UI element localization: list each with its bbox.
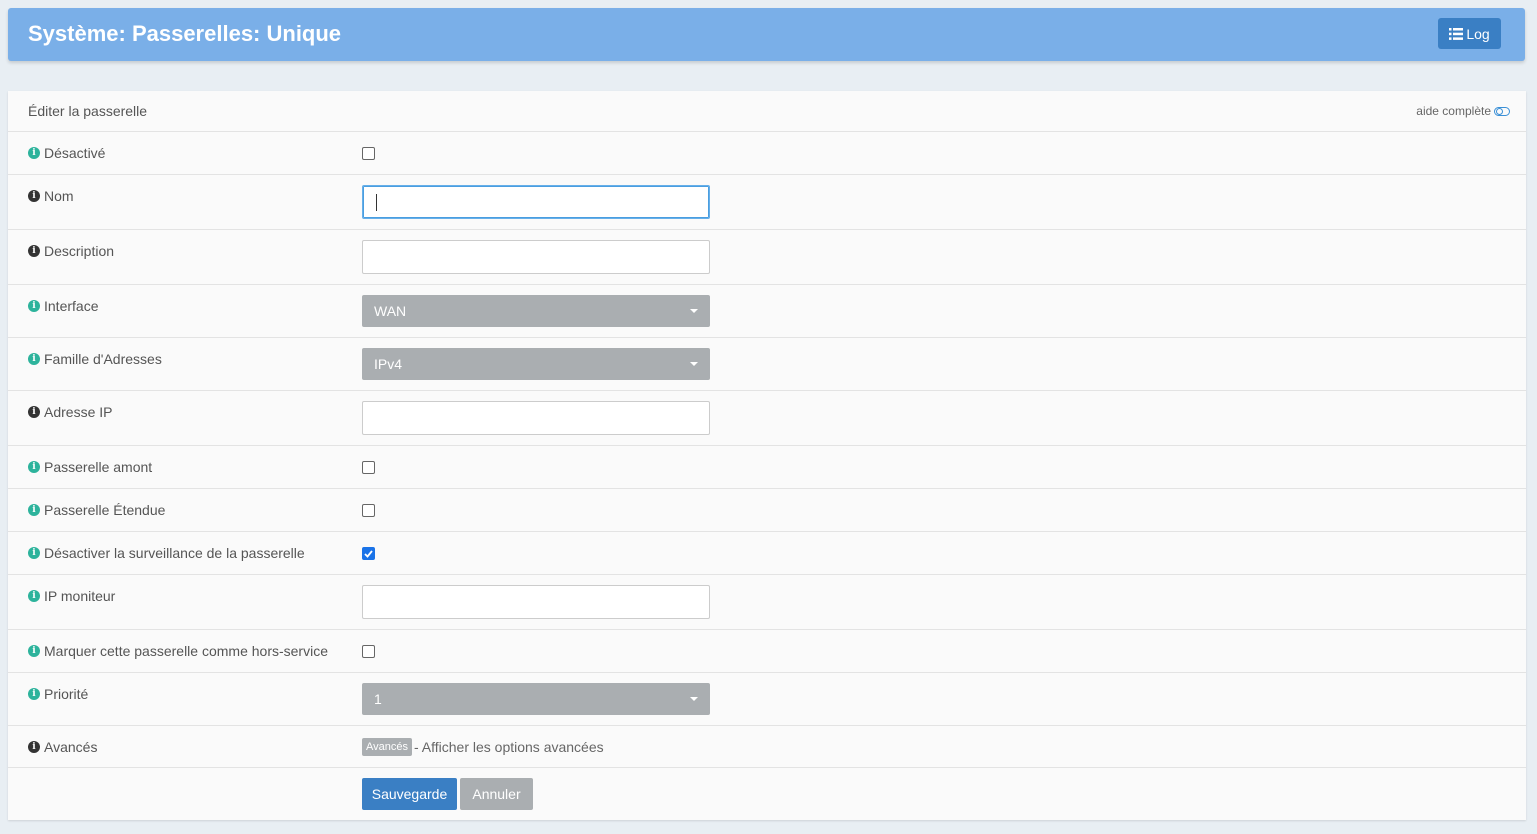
caret-down-icon bbox=[690, 309, 698, 313]
upstream-checkbox[interactable] bbox=[362, 461, 375, 474]
row-disabled: i Désactivé bbox=[8, 131, 1526, 174]
full-help-toggle[interactable]: aide complète bbox=[1416, 104, 1510, 118]
priority-select[interactable]: 1 bbox=[362, 683, 710, 715]
row-actions: Sauvegarde Annuler bbox=[8, 767, 1526, 820]
label-disable-monitoring: i Désactiver la surveillance de la passe… bbox=[28, 545, 305, 561]
row-monitor-ip: i IP moniteur bbox=[8, 574, 1526, 629]
priority-select-value: 1 bbox=[374, 691, 382, 707]
advanced-toggle-button[interactable]: Avancés bbox=[362, 738, 412, 756]
info-icon[interactable]: i bbox=[28, 353, 40, 365]
info-icon[interactable]: i bbox=[28, 590, 40, 602]
row-priority: i Priorité 1 bbox=[8, 672, 1526, 725]
label-ip-address: i Adresse IP bbox=[28, 404, 112, 420]
description-input[interactable] bbox=[362, 240, 710, 274]
row-advanced: i Avancés Avancés - Afficher les options… bbox=[8, 725, 1526, 767]
ip-address-input[interactable] bbox=[362, 401, 710, 435]
list-icon bbox=[1449, 27, 1464, 40]
info-icon[interactable]: i bbox=[28, 461, 40, 473]
label-advanced: i Avancés bbox=[28, 739, 97, 755]
caret-down-icon bbox=[690, 697, 698, 701]
label-text: Avancés bbox=[44, 739, 98, 755]
info-icon[interactable]: i bbox=[28, 688, 40, 700]
label-text: Passerelle amont bbox=[44, 459, 153, 475]
label-text: Désactivé bbox=[44, 145, 106, 161]
info-icon[interactable]: i bbox=[28, 300, 40, 312]
monitor-ip-input[interactable] bbox=[362, 585, 710, 619]
row-upstream: i Passerelle amont bbox=[8, 445, 1526, 488]
label-priority: i Priorité bbox=[28, 686, 88, 702]
info-icon[interactable]: i bbox=[28, 147, 40, 159]
full-help-label: aide complète bbox=[1416, 104, 1491, 118]
force-down-checkbox[interactable] bbox=[362, 645, 375, 658]
label-text: IP moniteur bbox=[44, 588, 116, 604]
label-address-family: i Famille d'Adresses bbox=[28, 351, 162, 367]
info-icon[interactable]: i bbox=[28, 741, 40, 753]
disable-monitoring-checkbox[interactable] bbox=[362, 547, 375, 560]
row-name: i Nom bbox=[8, 174, 1526, 229]
log-button[interactable]: Log bbox=[1438, 18, 1501, 49]
gateway-edit-panel: Éditer la passerelle aide complète i Dés… bbox=[8, 91, 1526, 820]
text-caret bbox=[376, 194, 377, 211]
far-gateway-checkbox[interactable] bbox=[362, 504, 375, 517]
row-far-gateway: i Passerelle Étendue bbox=[8, 488, 1526, 531]
label-description: i Description bbox=[28, 243, 114, 259]
panel-title-row: Éditer la passerelle aide complète bbox=[8, 91, 1526, 131]
label-text: Désactiver la surveillance de la passere… bbox=[44, 545, 305, 561]
row-disable-monitoring: i Désactiver la surveillance de la passe… bbox=[8, 531, 1526, 574]
save-button[interactable]: Sauvegarde bbox=[362, 778, 457, 810]
label-text: Priorité bbox=[44, 686, 89, 702]
label-text: Famille d'Adresses bbox=[44, 351, 162, 367]
info-icon[interactable]: i bbox=[28, 245, 40, 257]
address-family-select-value: IPv4 bbox=[374, 356, 403, 372]
info-icon[interactable]: i bbox=[28, 547, 40, 559]
advanced-hint: - Afficher les options avancées bbox=[414, 739, 604, 755]
name-input[interactable] bbox=[362, 185, 710, 219]
label-text: Interface bbox=[44, 298, 99, 314]
label-upstream: i Passerelle amont bbox=[28, 459, 152, 475]
info-icon[interactable]: i bbox=[28, 504, 40, 516]
row-description: i Description bbox=[8, 229, 1526, 284]
check-icon bbox=[364, 549, 373, 558]
panel-title: Éditer la passerelle bbox=[28, 103, 148, 119]
toggle-off-icon bbox=[1494, 106, 1510, 116]
caret-down-icon bbox=[690, 362, 698, 366]
page-header: Système: Passerelles: Unique Log bbox=[8, 8, 1525, 61]
label-text: Adresse IP bbox=[44, 404, 113, 420]
label-interface: i Interface bbox=[28, 298, 98, 314]
label-text: Nom bbox=[44, 188, 74, 204]
label-text: Marquer cette passerelle comme hors-serv… bbox=[44, 643, 328, 659]
cancel-button[interactable]: Annuler bbox=[460, 778, 533, 810]
info-icon[interactable]: i bbox=[28, 645, 40, 657]
label-force-down: i Marquer cette passerelle comme hors-se… bbox=[28, 643, 328, 659]
label-name: i Nom bbox=[28, 188, 74, 204]
info-icon[interactable]: i bbox=[28, 406, 40, 418]
row-interface: i Interface WAN bbox=[8, 284, 1526, 337]
log-button-label: Log bbox=[1466, 25, 1490, 42]
row-address-family: i Famille d'Adresses IPv4 bbox=[8, 337, 1526, 390]
interface-select[interactable]: WAN bbox=[362, 295, 710, 327]
row-force-down: i Marquer cette passerelle comme hors-se… bbox=[8, 629, 1526, 672]
label-monitor-ip: i IP moniteur bbox=[28, 588, 115, 604]
label-text: Passerelle Étendue bbox=[44, 502, 166, 518]
address-family-select[interactable]: IPv4 bbox=[362, 348, 710, 380]
disabled-checkbox[interactable] bbox=[362, 147, 375, 160]
interface-select-value: WAN bbox=[374, 303, 407, 319]
label-disabled: i Désactivé bbox=[28, 145, 105, 161]
info-icon[interactable]: i bbox=[28, 190, 40, 202]
label-far-gateway: i Passerelle Étendue bbox=[28, 502, 165, 518]
row-ip-address: i Adresse IP bbox=[8, 390, 1526, 445]
label-text: Description bbox=[44, 243, 115, 259]
page-title: Système: Passerelles: Unique bbox=[28, 21, 342, 46]
